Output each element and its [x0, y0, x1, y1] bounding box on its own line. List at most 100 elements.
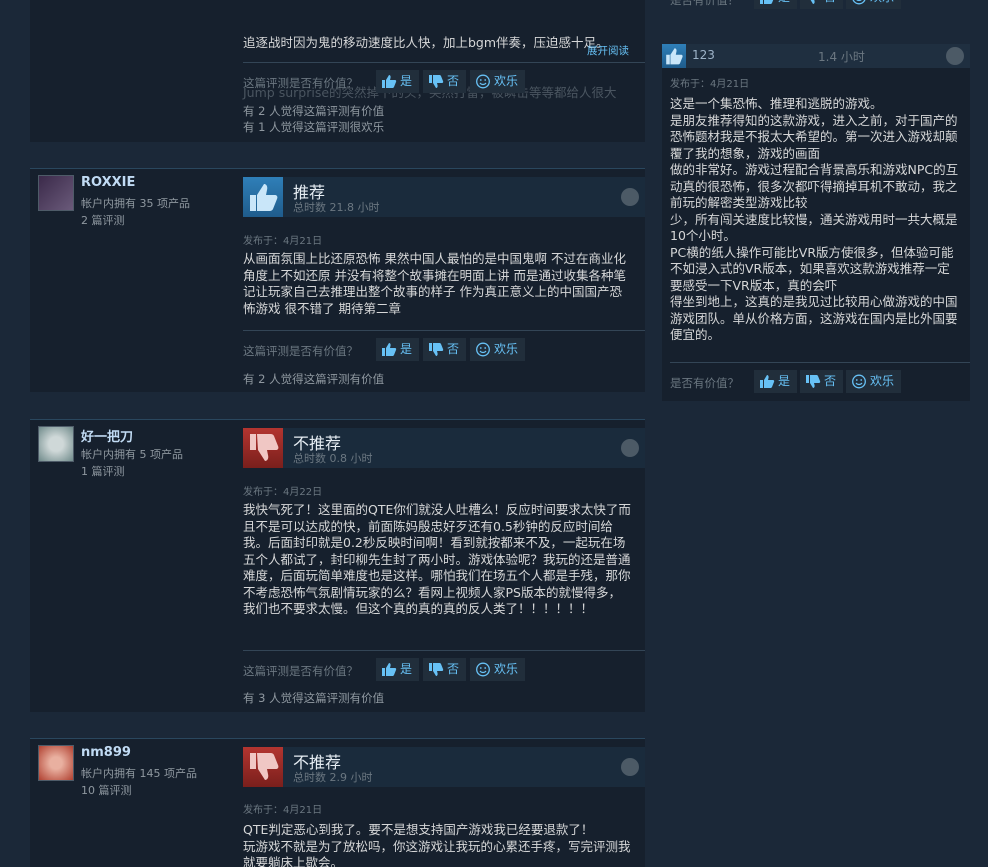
- recommendation-header[interactable]: 推荐 总时数 21.8 小时: [243, 177, 645, 217]
- side-review-header[interactable]: 123 1.4 小时: [662, 44, 970, 68]
- thumb-down-icon: [428, 662, 444, 677]
- thumb-up-icon: [662, 44, 686, 68]
- vote-no-label: 否: [824, 374, 837, 388]
- helpful-row: 这篇评测是否有价值？ 是 否 欢乐: [243, 70, 645, 94]
- smile-icon: [475, 342, 491, 357]
- smile-icon: [851, 374, 867, 389]
- recommended-icon: [243, 177, 283, 217]
- side-helpful-row: 是否有价值？ 是 否 欢乐: [670, 370, 970, 394]
- avatar[interactable]: [38, 426, 74, 462]
- helpful-question: 这篇评测是否有价值？: [243, 344, 358, 358]
- vote-no-label: 否: [447, 342, 460, 356]
- smile-icon: [475, 662, 491, 677]
- thumb-up-icon: [759, 374, 775, 389]
- vote-funny-label: 欢乐: [494, 74, 519, 88]
- steam-logo-icon: [621, 758, 639, 776]
- author-products: 帐户内拥有 5 项产品: [81, 448, 183, 461]
- side-author-name[interactable]: 123: [692, 48, 715, 62]
- thumb-up-icon: [759, 0, 775, 5]
- author-name[interactable]: 好一把刀: [81, 426, 133, 445]
- author-products: 帐户内拥有 145 项产品: [81, 767, 197, 780]
- side-hours: 1.4 小时: [818, 50, 865, 64]
- helpful-question: 这篇评测是否有价值？: [243, 76, 358, 90]
- review-body-text: 我快气死了！这里面的QTE你们就没人吐槽么！反应时间要求太快了而且不是可以达成的…: [243, 502, 631, 616]
- thumb-down-icon: [805, 0, 821, 5]
- vote-funny-button[interactable]: 欢乐: [470, 338, 526, 361]
- vote-yes-label: 是: [778, 0, 790, 4]
- vote-yes-label: 是: [400, 662, 413, 676]
- top-review-partial: 追逐战时因为鬼的移动速度比人快，加上bgm伴奏，压迫感十足。 Jump surp…: [30, 0, 645, 142]
- vote-yes-button[interactable]: 是: [376, 338, 420, 361]
- review-body-text: 从画面氛围上比还原恐怖 果然中国人最怕的是中国鬼啊 不过在商业化角度上不如还原 …: [243, 251, 626, 316]
- thumb-down-icon: [805, 374, 821, 389]
- recommendation-header[interactable]: 不推荐 总时数 2.9 小时: [243, 747, 645, 787]
- vote-no-label: 否: [824, 0, 836, 4]
- side-helpful-question: 是否有价值？: [670, 0, 739, 7]
- vote-funny-label: 欢乐: [494, 342, 519, 356]
- posted-date: 发布于：4月21日: [243, 805, 323, 816]
- vote-yes-label: 是: [778, 374, 791, 388]
- vote-yes-button[interactable]: 是: [754, 0, 798, 9]
- helpful-count: 有 2 人觉得这篇评测有价值: [243, 372, 385, 386]
- hours-played: 总时数 0.8 小时: [293, 452, 373, 465]
- vote-no-button[interactable]: 否: [423, 70, 467, 93]
- helpful-row: 这篇评测是否有价值？ 是 否 欢乐: [243, 658, 645, 682]
- author-review-count[interactable]: 2 篇评测: [81, 212, 125, 228]
- author-review-count[interactable]: 10 篇评测: [81, 782, 132, 798]
- hours-played: 总时数 21.8 小时: [293, 201, 380, 214]
- vote-funny-button[interactable]: 欢乐: [846, 370, 902, 393]
- divider: [243, 62, 645, 63]
- vote-no-button[interactable]: 否: [800, 370, 844, 393]
- side-posted-date: 发布于：4月21日: [670, 79, 750, 90]
- vote-funny-button[interactable]: 欢乐: [470, 658, 526, 681]
- helpful-count: 有 3 人觉得这篇评测有价值: [243, 691, 385, 705]
- author-review-count[interactable]: 1 篇评测: [81, 463, 125, 479]
- funny-count: 有 1 人觉得这篇评测很欢乐: [243, 120, 385, 134]
- vote-no-label: 否: [447, 662, 460, 676]
- side-helpful-question: 是否有价值？: [670, 376, 739, 390]
- review-card: nm899 帐户内拥有 145 项产品 10 篇评测 不推荐 总时数 2.9 小…: [30, 738, 645, 867]
- thumb-up-icon: [381, 342, 397, 357]
- review-card: ROXXIE 帐户内拥有 35 项产品 2 篇评测 推荐 总时数 21.8 小时…: [30, 168, 645, 392]
- avatar[interactable]: [38, 175, 74, 211]
- hours-played: 总时数 2.9 小时: [293, 771, 373, 784]
- review-body-line: 追逐战时因为鬼的移动速度比人快，加上bgm伴奏，压迫感十足。: [243, 35, 609, 50]
- steam-logo-icon: [946, 47, 964, 65]
- vote-yes-button[interactable]: 是: [754, 370, 798, 393]
- vote-no-label: 否: [447, 74, 460, 88]
- thumb-up-icon: [381, 74, 397, 89]
- steam-logo-icon: [621, 439, 639, 457]
- vote-no-button[interactable]: 否: [423, 338, 467, 361]
- review-card: 好一把刀 帐户内拥有 5 项产品 1 篇评测 不推荐 总时数 0.8 小时 发布…: [30, 419, 645, 712]
- vote-no-button[interactable]: 否: [800, 0, 844, 9]
- divider: [243, 330, 645, 331]
- helpful-count: 有 2 人觉得这篇评测有价值: [243, 104, 385, 118]
- vote-yes-button[interactable]: 是: [376, 70, 420, 93]
- divider: [243, 650, 645, 651]
- not-recommended-icon: [243, 747, 283, 787]
- side-review-body: 这是一个集恐怖、推理和逃脱的游戏。 是朋友推荐得知的这款游戏，进入之前，对于国产…: [670, 96, 959, 342]
- thumb-down-icon: [428, 342, 444, 357]
- posted-date: 发布于：4月21日: [243, 236, 323, 247]
- vote-yes-label: 是: [400, 74, 413, 88]
- side-review-card: 123 1.4 小时 发布于：4月21日 这是一个集恐怖、推理和逃脱的游戏。 是…: [662, 44, 970, 401]
- thumb-down-icon: [428, 74, 444, 89]
- vote-funny-button[interactable]: 欢乐: [470, 70, 526, 93]
- vote-yes-button[interactable]: 是: [376, 658, 420, 681]
- recommendation-header[interactable]: 不推荐 总时数 0.8 小时: [243, 428, 645, 468]
- read-more-link[interactable]: 展开阅读: [587, 43, 629, 58]
- not-recommended-icon: [243, 428, 283, 468]
- vote-no-button[interactable]: 否: [423, 658, 467, 681]
- helpful-row: 这篇评测是否有价值？ 是 否 欢乐: [243, 338, 645, 362]
- steam-logo-icon: [621, 188, 639, 206]
- vote-funny-button[interactable]: 欢乐: [846, 0, 902, 9]
- vote-funny-label: 欢乐: [494, 662, 519, 676]
- author-name[interactable]: ROXXIE: [81, 175, 135, 190]
- thumb-up-icon: [381, 662, 397, 677]
- avatar[interactable]: [38, 745, 74, 781]
- author-products: 帐户内拥有 35 项产品: [81, 197, 190, 210]
- helpful-question: 这篇评测是否有价值？: [243, 664, 358, 678]
- review-body-text: QTE判定恶心到我了。要不是想支持国产游戏我已经要退款了！ 玩游戏不就是为了放松…: [243, 822, 631, 867]
- smile-icon: [475, 74, 491, 89]
- author-name[interactable]: nm899: [81, 745, 131, 760]
